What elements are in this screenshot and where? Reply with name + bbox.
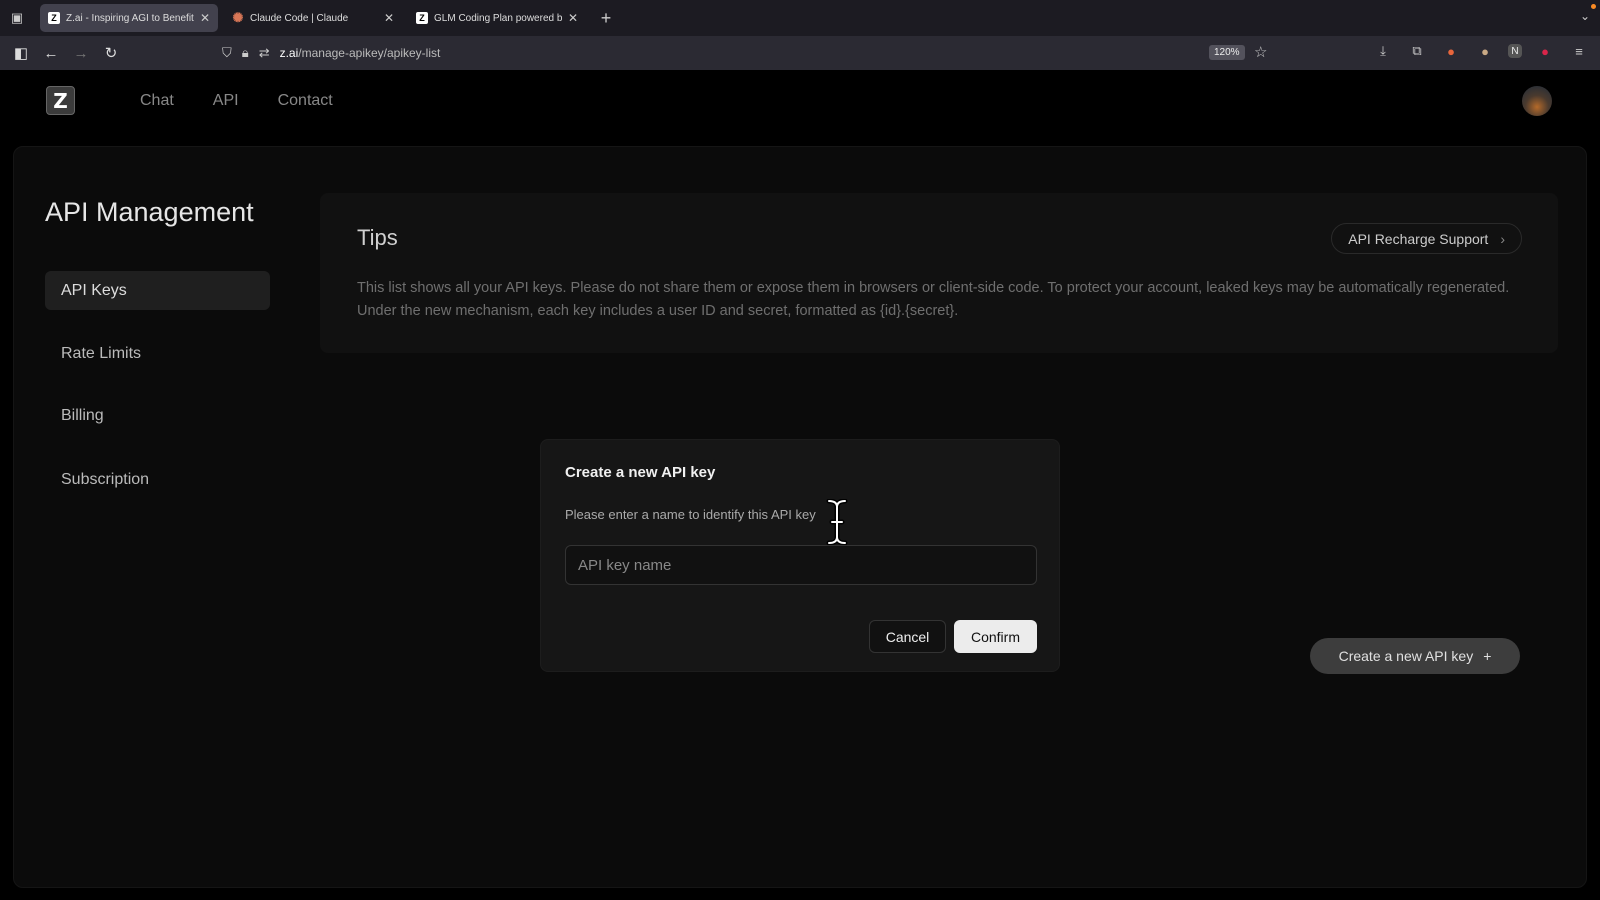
nav-contact-link[interactable]: Contact (278, 92, 333, 110)
toolbar-icons: ⤓ ⧉ ● ● N ● ≡ (1372, 40, 1590, 62)
url-path: /manage-apikey/apikey-list (298, 46, 441, 60)
sidebar-item-subscription[interactable]: Subscription (45, 460, 270, 499)
tips-text: This list shows all your API keys. Pleas… (357, 280, 1510, 319)
zoom-level-badge[interactable]: 120% (1209, 45, 1245, 60)
page-title: API Management (45, 197, 254, 227)
browser-tab-claude[interactable]: ✺ Claude Code | Claude ✕ (224, 4, 402, 32)
sidebar-item-rate-limits[interactable]: Rate Limits (45, 334, 270, 373)
sidebar-item-billing[interactable]: Billing (45, 396, 270, 435)
chevron-right-icon: › (1500, 230, 1505, 247)
nav-api-link[interactable]: API (213, 92, 239, 110)
permissions-icon[interactable]: ⇄ (259, 45, 270, 61)
text-cursor-icon (826, 499, 848, 545)
browser-nav-bar: ◧ ← → ↻ ⛉ 🔒︎ ⇄ z.ai/manage-apikey/apikey… (0, 36, 1600, 70)
extension-n-icon[interactable]: N (1508, 44, 1522, 58)
sidebar-item-api-keys[interactable]: API Keys (45, 271, 270, 310)
url-bar[interactable]: ⛉ 🔒︎ ⇄ z.ai/manage-apikey/apikey-list (222, 40, 1272, 66)
tab-title: Claude Code | Claude (250, 12, 349, 24)
tab-title: GLM Coding Plan powered by G (434, 12, 562, 24)
tab-close-icon[interactable]: ✕ (384, 11, 394, 25)
bookmark-star-icon[interactable]: ☆ (1254, 43, 1267, 61)
notification-dot (1591, 4, 1596, 9)
z-favicon-icon: Z (416, 12, 428, 24)
browser-tab-bar: ▣ Z Z.ai - Inspiring AGI to Benefit Hu ✕… (0, 0, 1600, 36)
api-key-name-input[interactable] (565, 545, 1037, 585)
reload-icon[interactable]: ↻ (96, 38, 126, 68)
browser-tab-zai[interactable]: Z Z.ai - Inspiring AGI to Benefit Hu ✕ (40, 4, 218, 32)
sidebar-toggle-icon[interactable]: ◧ (6, 38, 36, 68)
forward-icon[interactable]: → (66, 38, 96, 68)
extension-avatar-icon[interactable]: ● (1474, 40, 1496, 62)
recharge-label: API Recharge Support (1348, 230, 1489, 247)
lock-icon[interactable]: 🔒︎ (242, 45, 249, 61)
tab-list-icon[interactable]: ▣ (0, 0, 34, 36)
dialog-description: Please enter a name to identify this API… (565, 507, 816, 522)
site-nav: Chat API Contact (140, 92, 333, 110)
page: Z Chat API Contact API Management API Ke… (0, 70, 1600, 900)
browser-tab-glm[interactable]: Z GLM Coding Plan powered by G ✕ (408, 4, 586, 32)
menu-icon[interactable]: ≡ (1568, 40, 1590, 62)
chevron-down-icon[interactable]: ⌄ (1580, 9, 1590, 23)
create-api-key-dialog: Create a new API key Please enter a name… (540, 439, 1060, 672)
claude-favicon-icon: ✺ (232, 10, 244, 25)
shield-icon[interactable]: ⛉ (222, 45, 232, 61)
nav-chat-link[interactable]: Chat (140, 92, 174, 110)
tips-title: Tips (357, 225, 398, 250)
tab-close-icon[interactable]: ✕ (200, 11, 210, 25)
tab-title: Z.ai - Inspiring AGI to Benefit Hu (66, 12, 194, 24)
site-header: Z Chat API Contact (0, 70, 1600, 144)
back-icon[interactable]: ← (36, 38, 66, 68)
plus-icon: + (1483, 648, 1492, 664)
tips-panel: Tips API Recharge Support › This list sh… (320, 193, 1558, 353)
dialog-title: Create a new API key (565, 464, 716, 481)
z-favicon-icon: Z (48, 12, 60, 24)
extension-red-icon[interactable]: ● (1534, 40, 1556, 62)
z-logo[interactable]: Z (46, 86, 75, 115)
avatar[interactable] (1522, 86, 1552, 116)
cancel-button[interactable]: Cancel (869, 620, 946, 653)
url-host: z.ai (279, 46, 299, 60)
extension-fox-icon[interactable]: ● (1440, 40, 1462, 62)
confirm-button[interactable]: Confirm (954, 620, 1037, 653)
create-api-key-button[interactable]: Create a new API key + (1310, 638, 1520, 674)
create-button-label: Create a new API key (1338, 648, 1474, 664)
extensions-icon[interactable]: ⧉ (1406, 40, 1428, 62)
tab-close-icon[interactable]: ✕ (568, 11, 578, 25)
download-icon[interactable]: ⤓ (1372, 40, 1394, 62)
new-tab-icon[interactable]: + (594, 8, 618, 29)
api-recharge-support-button[interactable]: API Recharge Support › (1331, 223, 1522, 254)
